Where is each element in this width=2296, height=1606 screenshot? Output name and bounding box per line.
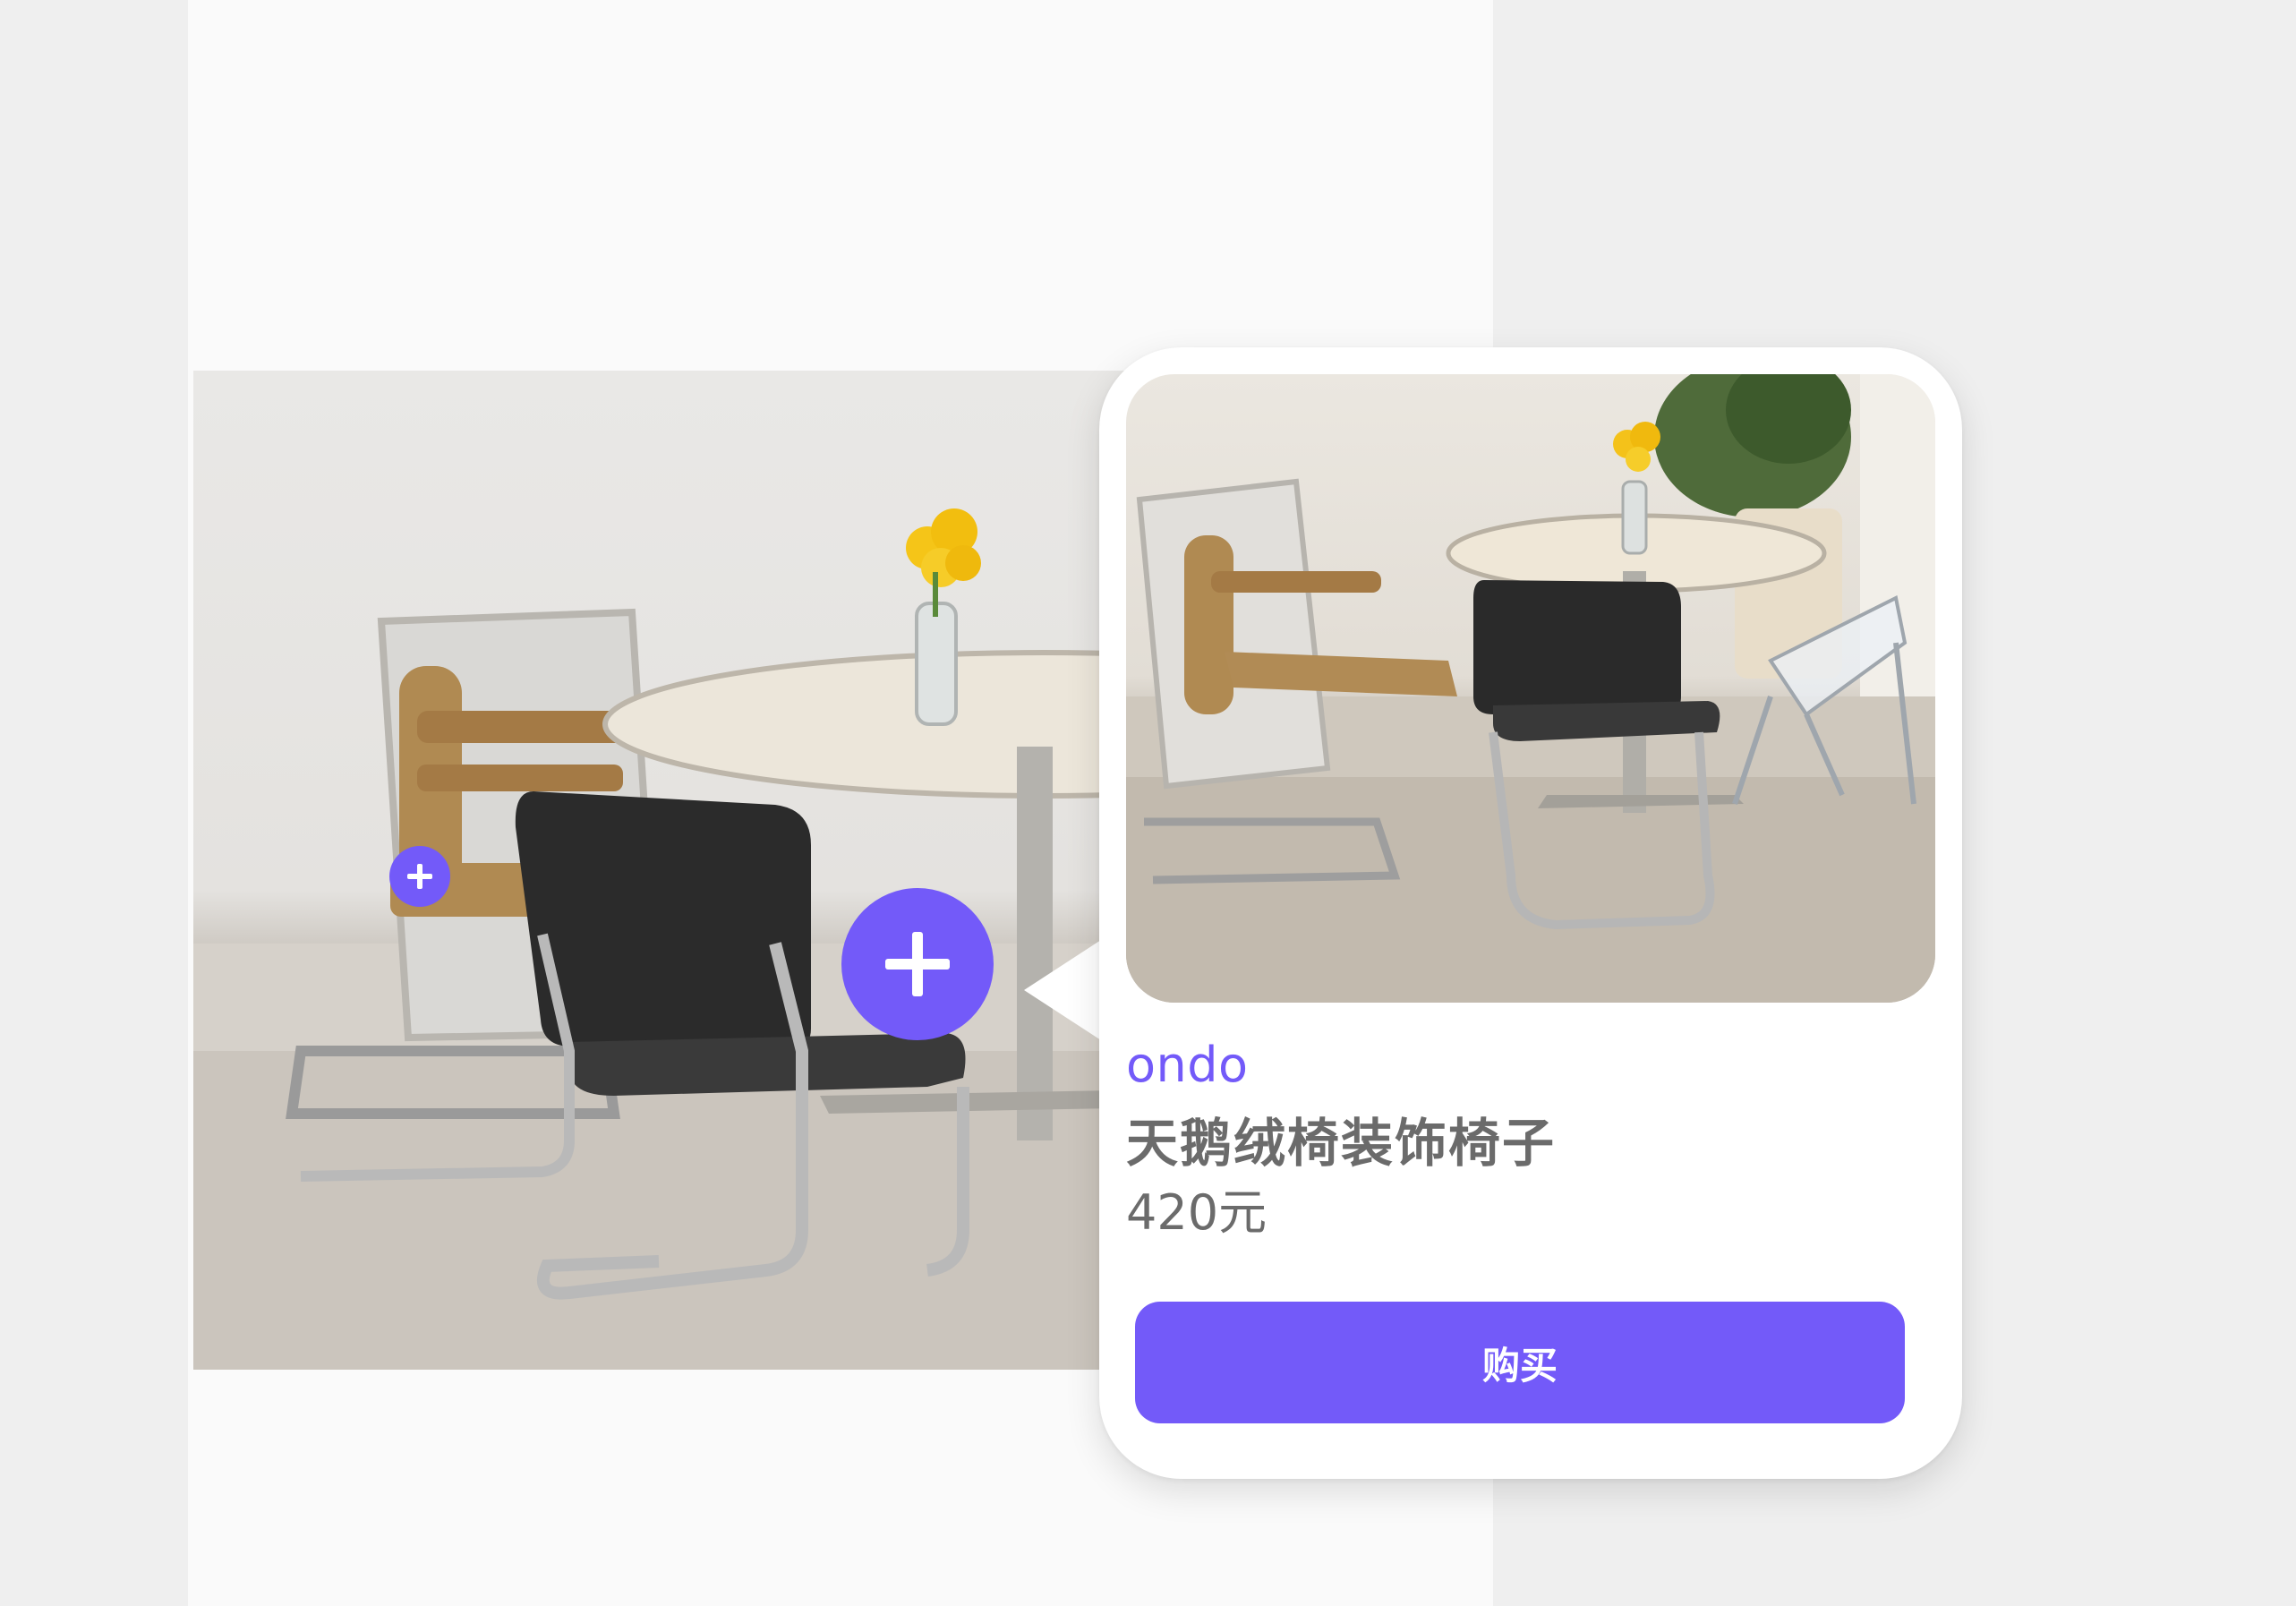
product-photo — [1126, 374, 1935, 1003]
plus-icon — [407, 864, 432, 889]
buy-button[interactable]: 购买 — [1135, 1302, 1905, 1423]
product-price: 420元 — [1126, 1184, 1267, 1241]
product-card: ondo 天鹅绒椅装饰椅子 420元 购买 — [1099, 347, 1962, 1479]
hotspot-velvet-chair[interactable] — [841, 888, 994, 1040]
card-pointer — [1024, 940, 1101, 1040]
product-title: 天鹅绒椅装饰椅子 — [1126, 1113, 1557, 1174]
hotspot-rattan-chair[interactable] — [389, 846, 450, 907]
brand-label: ondo — [1126, 1037, 1249, 1093]
plus-icon — [885, 932, 950, 996]
